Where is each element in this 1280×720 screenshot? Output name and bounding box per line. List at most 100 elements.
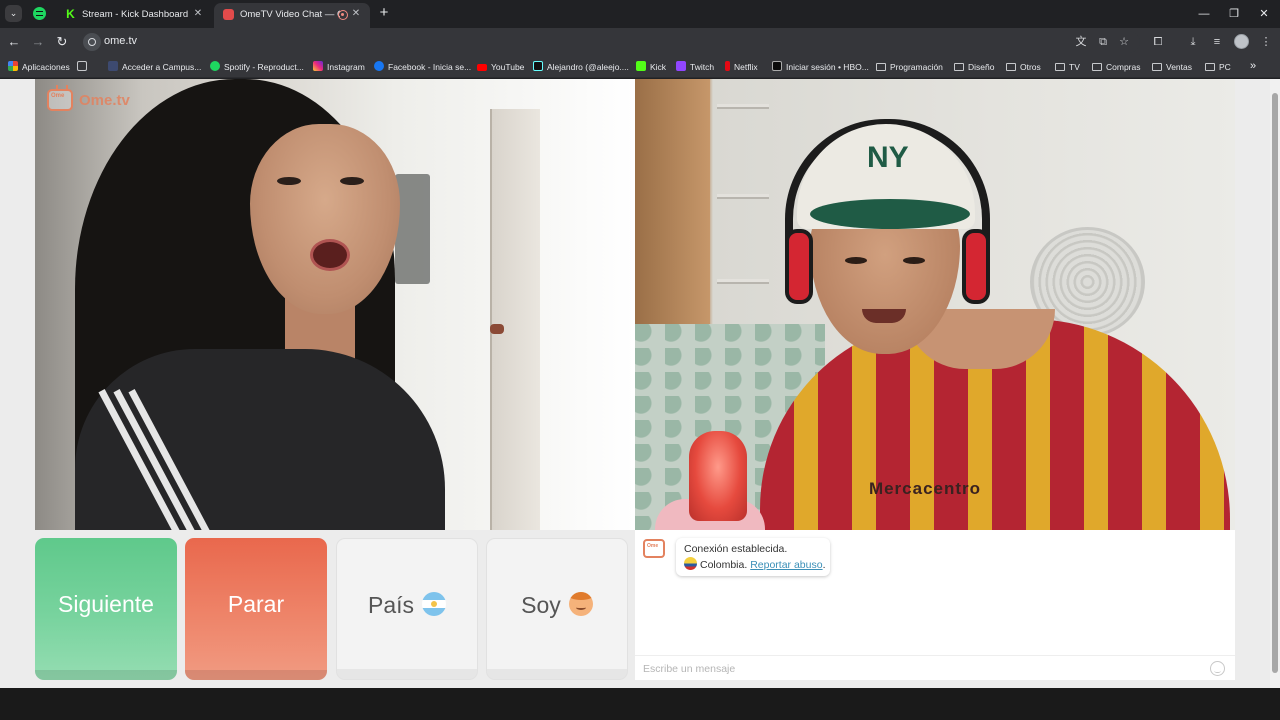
emoji-smiley-icon[interactable] xyxy=(1210,661,1225,676)
tab-ometv[interactable]: OmeTV Video Chat — Ome ✕ xyxy=(214,3,370,28)
chat-input-bar xyxy=(635,655,1235,680)
bookmark-folder-compras[interactable]: Compras xyxy=(1092,60,1140,74)
tab-title: OmeTV Video Chat — Ome xyxy=(240,9,340,20)
bookmark-kick[interactable]: Kick xyxy=(636,60,666,74)
bookmark-twitch[interactable]: Twitch xyxy=(676,60,714,74)
self-video: Mercacentro NY xyxy=(635,79,1235,530)
microphone xyxy=(689,431,747,521)
kick-icon: K xyxy=(66,7,75,21)
bookmark-instagram[interactable]: Instagram xyxy=(313,60,365,74)
address-bar[interactable]: ome.tv xyxy=(80,31,1140,53)
bookmark-folder-programacion[interactable]: Programación xyxy=(876,60,943,74)
headset-earcup xyxy=(962,229,990,304)
install-app-icon[interactable]: ⧉ xyxy=(1095,34,1111,50)
boy-emoji-icon xyxy=(568,592,593,616)
bookmark-label: Programación xyxy=(890,62,943,72)
apps-launcher-icon[interactable] xyxy=(77,60,91,74)
bookmark-tiktok[interactable]: Alejandro (@aleejo.... xyxy=(533,60,629,74)
bookmark-label: Compras xyxy=(1106,62,1141,72)
bookmark-label: YouTube xyxy=(491,62,525,72)
recording-indicator-icon xyxy=(338,10,348,20)
bookmark-folder-ventas[interactable]: Ventas xyxy=(1152,60,1192,74)
partner-video: Ome.tv xyxy=(35,79,635,530)
bookmark-facebook[interactable]: Facebook - Inicia se... xyxy=(374,60,471,74)
site-info-icon[interactable] xyxy=(83,33,101,51)
bookmark-folder-tv[interactable]: TV xyxy=(1055,60,1080,74)
spotify-pinned-tab-icon[interactable] xyxy=(33,7,46,20)
apps-grid-icon xyxy=(8,61,18,71)
restore-icon[interactable]: ❐ xyxy=(1226,6,1242,22)
next-button[interactable]: Siguiente xyxy=(35,538,177,680)
tab-kick-dashboard[interactable]: K Stream - Kick Dashboard ✕ xyxy=(56,3,212,28)
wall-shelf xyxy=(717,194,769,199)
tab-close-icon[interactable]: ✕ xyxy=(191,7,205,21)
instagram-icon xyxy=(313,61,323,71)
translate-icon[interactable]: 文 xyxy=(1073,34,1089,50)
cap-logo: NY xyxy=(867,141,909,174)
bookmark-label: Otros xyxy=(1020,62,1041,72)
partner-mouth xyxy=(310,239,350,271)
media-control-icon[interactable]: ≡ xyxy=(1209,34,1225,50)
folder-icon xyxy=(1152,63,1162,71)
report-abuse-link[interactable]: Reportar abuso xyxy=(750,559,822,571)
reload-icon[interactable]: ↻ xyxy=(54,34,70,50)
scrollbar-thumb[interactable] xyxy=(1272,93,1278,673)
gender-select-button[interactable]: Soy xyxy=(486,538,628,680)
folder-icon xyxy=(1055,63,1065,71)
background-door xyxy=(490,109,540,530)
tab-close-icon[interactable]: ✕ xyxy=(349,7,363,21)
cap-brim xyxy=(810,199,970,229)
bookmark-youtube[interactable]: YouTube xyxy=(477,60,524,74)
url-text[interactable]: ome.tv xyxy=(104,35,137,47)
page-scrollbar[interactable] xyxy=(1270,79,1280,688)
bookmarks-bar: Aplicaciones Acceder a Campus... Spotify… xyxy=(0,56,1280,78)
new-tab-plus-icon[interactable]: + xyxy=(376,5,392,21)
self-eye xyxy=(845,257,867,264)
bookmark-label: Alejandro (@aleejo.... xyxy=(547,62,629,72)
tv-logo-icon xyxy=(47,89,73,111)
back-arrow-icon[interactable]: ← xyxy=(6,34,22,50)
bookmark-netflix[interactable]: Netflix xyxy=(725,60,758,74)
bookmark-folder-pc[interactable]: PC xyxy=(1205,60,1231,74)
ometv-page: Ome.tv Mercacentro NY Siguiente Parar Pa… xyxy=(0,79,1270,688)
folder-icon xyxy=(1205,63,1215,71)
bookmark-label: Instagram xyxy=(327,62,365,72)
bookmark-label: Aplicaciones xyxy=(22,62,70,72)
bookmarks-overflow-icon[interactable]: » xyxy=(1250,60,1256,72)
gender-button-label: Soy xyxy=(521,592,561,618)
bookmark-spotify[interactable]: Spotify - Reproduct... xyxy=(210,60,304,74)
tab-title: Stream - Kick Dashboard xyxy=(82,9,189,20)
connection-status-text: Conexión establecida. xyxy=(684,543,788,555)
stop-button[interactable]: Parar xyxy=(185,538,327,680)
extensions-icon[interactable]: ⧠ xyxy=(1150,34,1166,50)
tab-strip: ⌄ K Stream - Kick Dashboard ✕ OmeTV Vide… xyxy=(0,0,1280,28)
bookmark-label: Ventas xyxy=(1166,62,1192,72)
stop-button-label: Parar xyxy=(227,591,285,617)
bookmark-folder-diseno[interactable]: Diseño xyxy=(954,60,994,74)
bookmark-label: Acceder a Campus... xyxy=(122,62,202,72)
partner-country-text: Colombia. xyxy=(700,559,748,571)
forward-arrow-icon[interactable]: → xyxy=(30,34,46,50)
download-icon[interactable]: ⤓ xyxy=(1185,34,1201,50)
background-frame xyxy=(395,174,430,284)
twitch-icon xyxy=(676,61,686,71)
bookmark-campus[interactable]: Acceder a Campus... xyxy=(108,60,201,74)
spotify-icon xyxy=(210,61,220,71)
bookmark-label: Twitch xyxy=(690,62,715,72)
country-filter-button[interactable]: País xyxy=(336,538,478,680)
bookmark-label: Netflix xyxy=(734,62,758,72)
minimize-icon[interactable]: — xyxy=(1196,6,1212,22)
menu-kebab-icon[interactable]: ⋮ xyxy=(1258,34,1274,50)
message-input[interactable] xyxy=(643,661,1203,677)
bookmark-apps[interactable]: Aplicaciones xyxy=(8,60,70,74)
bookmark-star-icon[interactable]: ☆ xyxy=(1116,34,1132,50)
headset-earcup xyxy=(785,229,813,304)
bookmark-folder-otros[interactable]: Otros xyxy=(1006,60,1041,74)
window-close-icon[interactable]: ✕ xyxy=(1256,6,1272,22)
profile-avatar[interactable] xyxy=(1234,34,1249,49)
tab-search-chevron-icon[interactable]: ⌄ xyxy=(5,5,22,22)
ometv-chat-avatar-icon: Ome xyxy=(643,539,665,558)
bookmark-label: Kick xyxy=(650,62,667,72)
bookmark-hbo[interactable]: Iniciar sesión • HBO... xyxy=(772,60,869,74)
folder-icon xyxy=(876,63,886,71)
